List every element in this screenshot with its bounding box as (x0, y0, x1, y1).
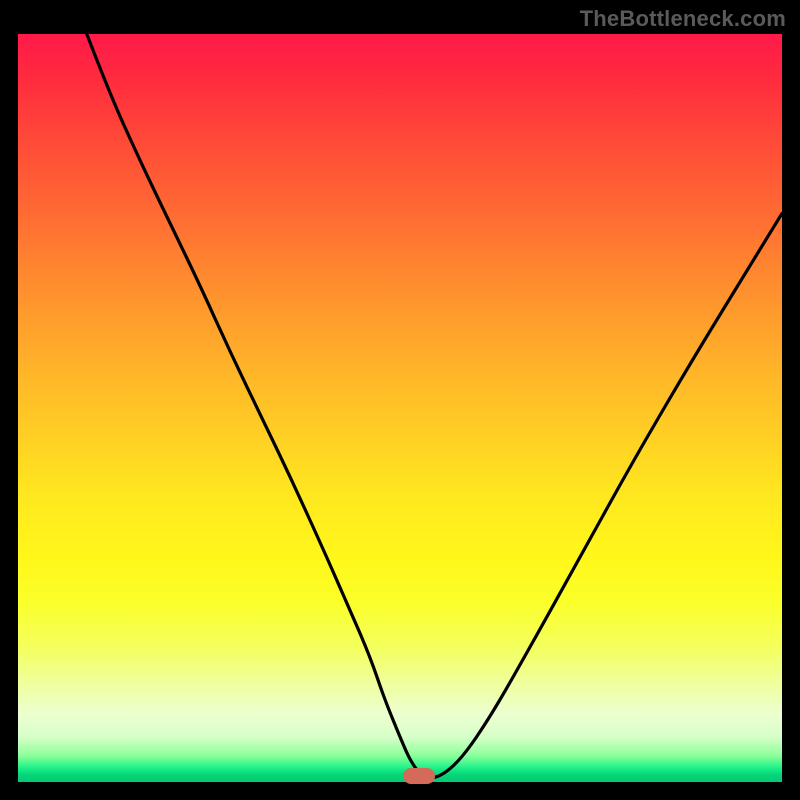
plot-area (18, 34, 782, 782)
chart-canvas: TheBottleneck.com (0, 0, 800, 800)
bottleneck-curve (18, 34, 782, 782)
optimum-marker (403, 768, 435, 784)
watermark-text: TheBottleneck.com (580, 6, 786, 32)
